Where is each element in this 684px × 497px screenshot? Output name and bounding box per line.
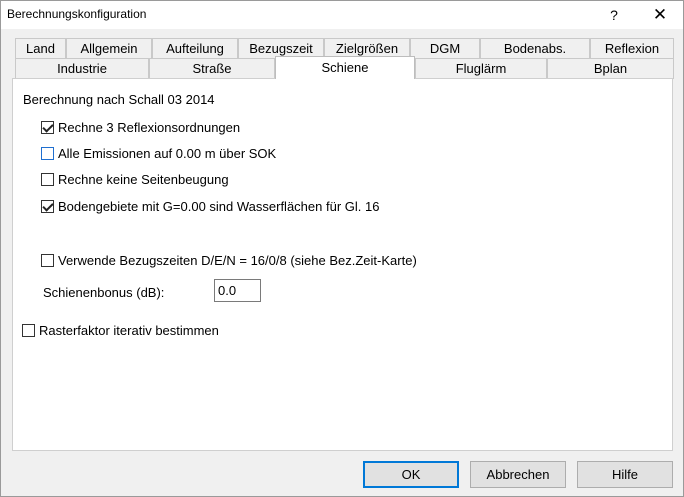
option-bezugszeiten[interactable]: Verwende Bezugszeiten D/E/N = 16/0/8 (si…: [41, 253, 417, 268]
window-title: Berechnungskonfiguration: [7, 7, 147, 21]
option-emissionen-sok[interactable]: Alle Emissionen auf 0.00 m über SOK: [41, 146, 276, 161]
help-icon[interactable]: ?: [591, 1, 637, 29]
option-reflexionsordnungen[interactable]: Rechne 3 Reflexionsordnungen: [41, 120, 240, 135]
dialog-window: Berechnungskonfiguration ? ✕ Land Allgem…: [0, 0, 684, 497]
checkbox-emissionen-sok[interactable]: [41, 147, 54, 160]
title-bar: Berechnungskonfiguration ? ✕: [1, 1, 683, 29]
section-title: Berechnung nach Schall 03 2014: [23, 92, 215, 107]
tab-bodenabs[interactable]: Bodenabs.: [480, 38, 590, 59]
option-label: Rechne keine Seitenbeugung: [58, 172, 229, 187]
tab-strasse[interactable]: Straße: [149, 58, 275, 79]
option-rasterfaktor[interactable]: Rasterfaktor iterativ bestimmen: [22, 323, 219, 338]
tab-panel-schiene: Berechnung nach Schall 03 2014 Rechne 3 …: [12, 78, 673, 451]
option-label: Alle Emissionen auf 0.00 m über SOK: [58, 146, 277, 161]
option-label: Rechne 3 Reflexionsordnungen: [58, 120, 241, 135]
checkbox-bezugszeiten[interactable]: [41, 254, 54, 267]
checkbox-wasserflaechen[interactable]: [41, 200, 54, 213]
ok-button[interactable]: OK: [363, 461, 459, 488]
tab-aufteilung[interactable]: Aufteilung: [152, 38, 238, 59]
option-keine-seitenbeugung[interactable]: Rechne keine Seitenbeugung: [41, 172, 229, 187]
checkbox-keine-seitenbeugung[interactable]: [41, 173, 54, 186]
option-wasserflaechen[interactable]: Bodengebiete mit G=0.00 sind Wasserfläch…: [41, 199, 379, 214]
tab-dgm[interactable]: DGM: [410, 38, 480, 59]
close-icon[interactable]: ✕: [637, 1, 683, 29]
tab-schiene[interactable]: Schiene: [275, 56, 415, 79]
option-label: Rasterfaktor iterativ bestimmen: [39, 323, 219, 338]
tab-industrie[interactable]: Industrie: [15, 58, 149, 79]
checkbox-rasterfaktor[interactable]: [22, 324, 35, 337]
help-button[interactable]: Hilfe: [577, 461, 673, 488]
checkbox-reflexionsordnungen[interactable]: [41, 121, 54, 134]
schienenbonus-label: Schienenbonus (dB):: [43, 285, 165, 300]
tab-land[interactable]: Land: [15, 38, 66, 59]
cancel-button[interactable]: Abbrechen: [470, 461, 566, 488]
tab-bplan[interactable]: Bplan: [547, 58, 674, 79]
tab-fluglaerm[interactable]: Fluglärm: [415, 58, 547, 79]
option-label: Verwende Bezugszeiten D/E/N = 16/0/8 (si…: [58, 253, 417, 268]
option-label: Bodengebiete mit G=0.00 sind Wasserfläch…: [58, 199, 380, 214]
schienenbonus-input[interactable]: 0.0: [214, 279, 261, 302]
tab-reflexion[interactable]: Reflexion: [590, 38, 674, 59]
tab-allgemein[interactable]: Allgemein: [66, 38, 152, 59]
